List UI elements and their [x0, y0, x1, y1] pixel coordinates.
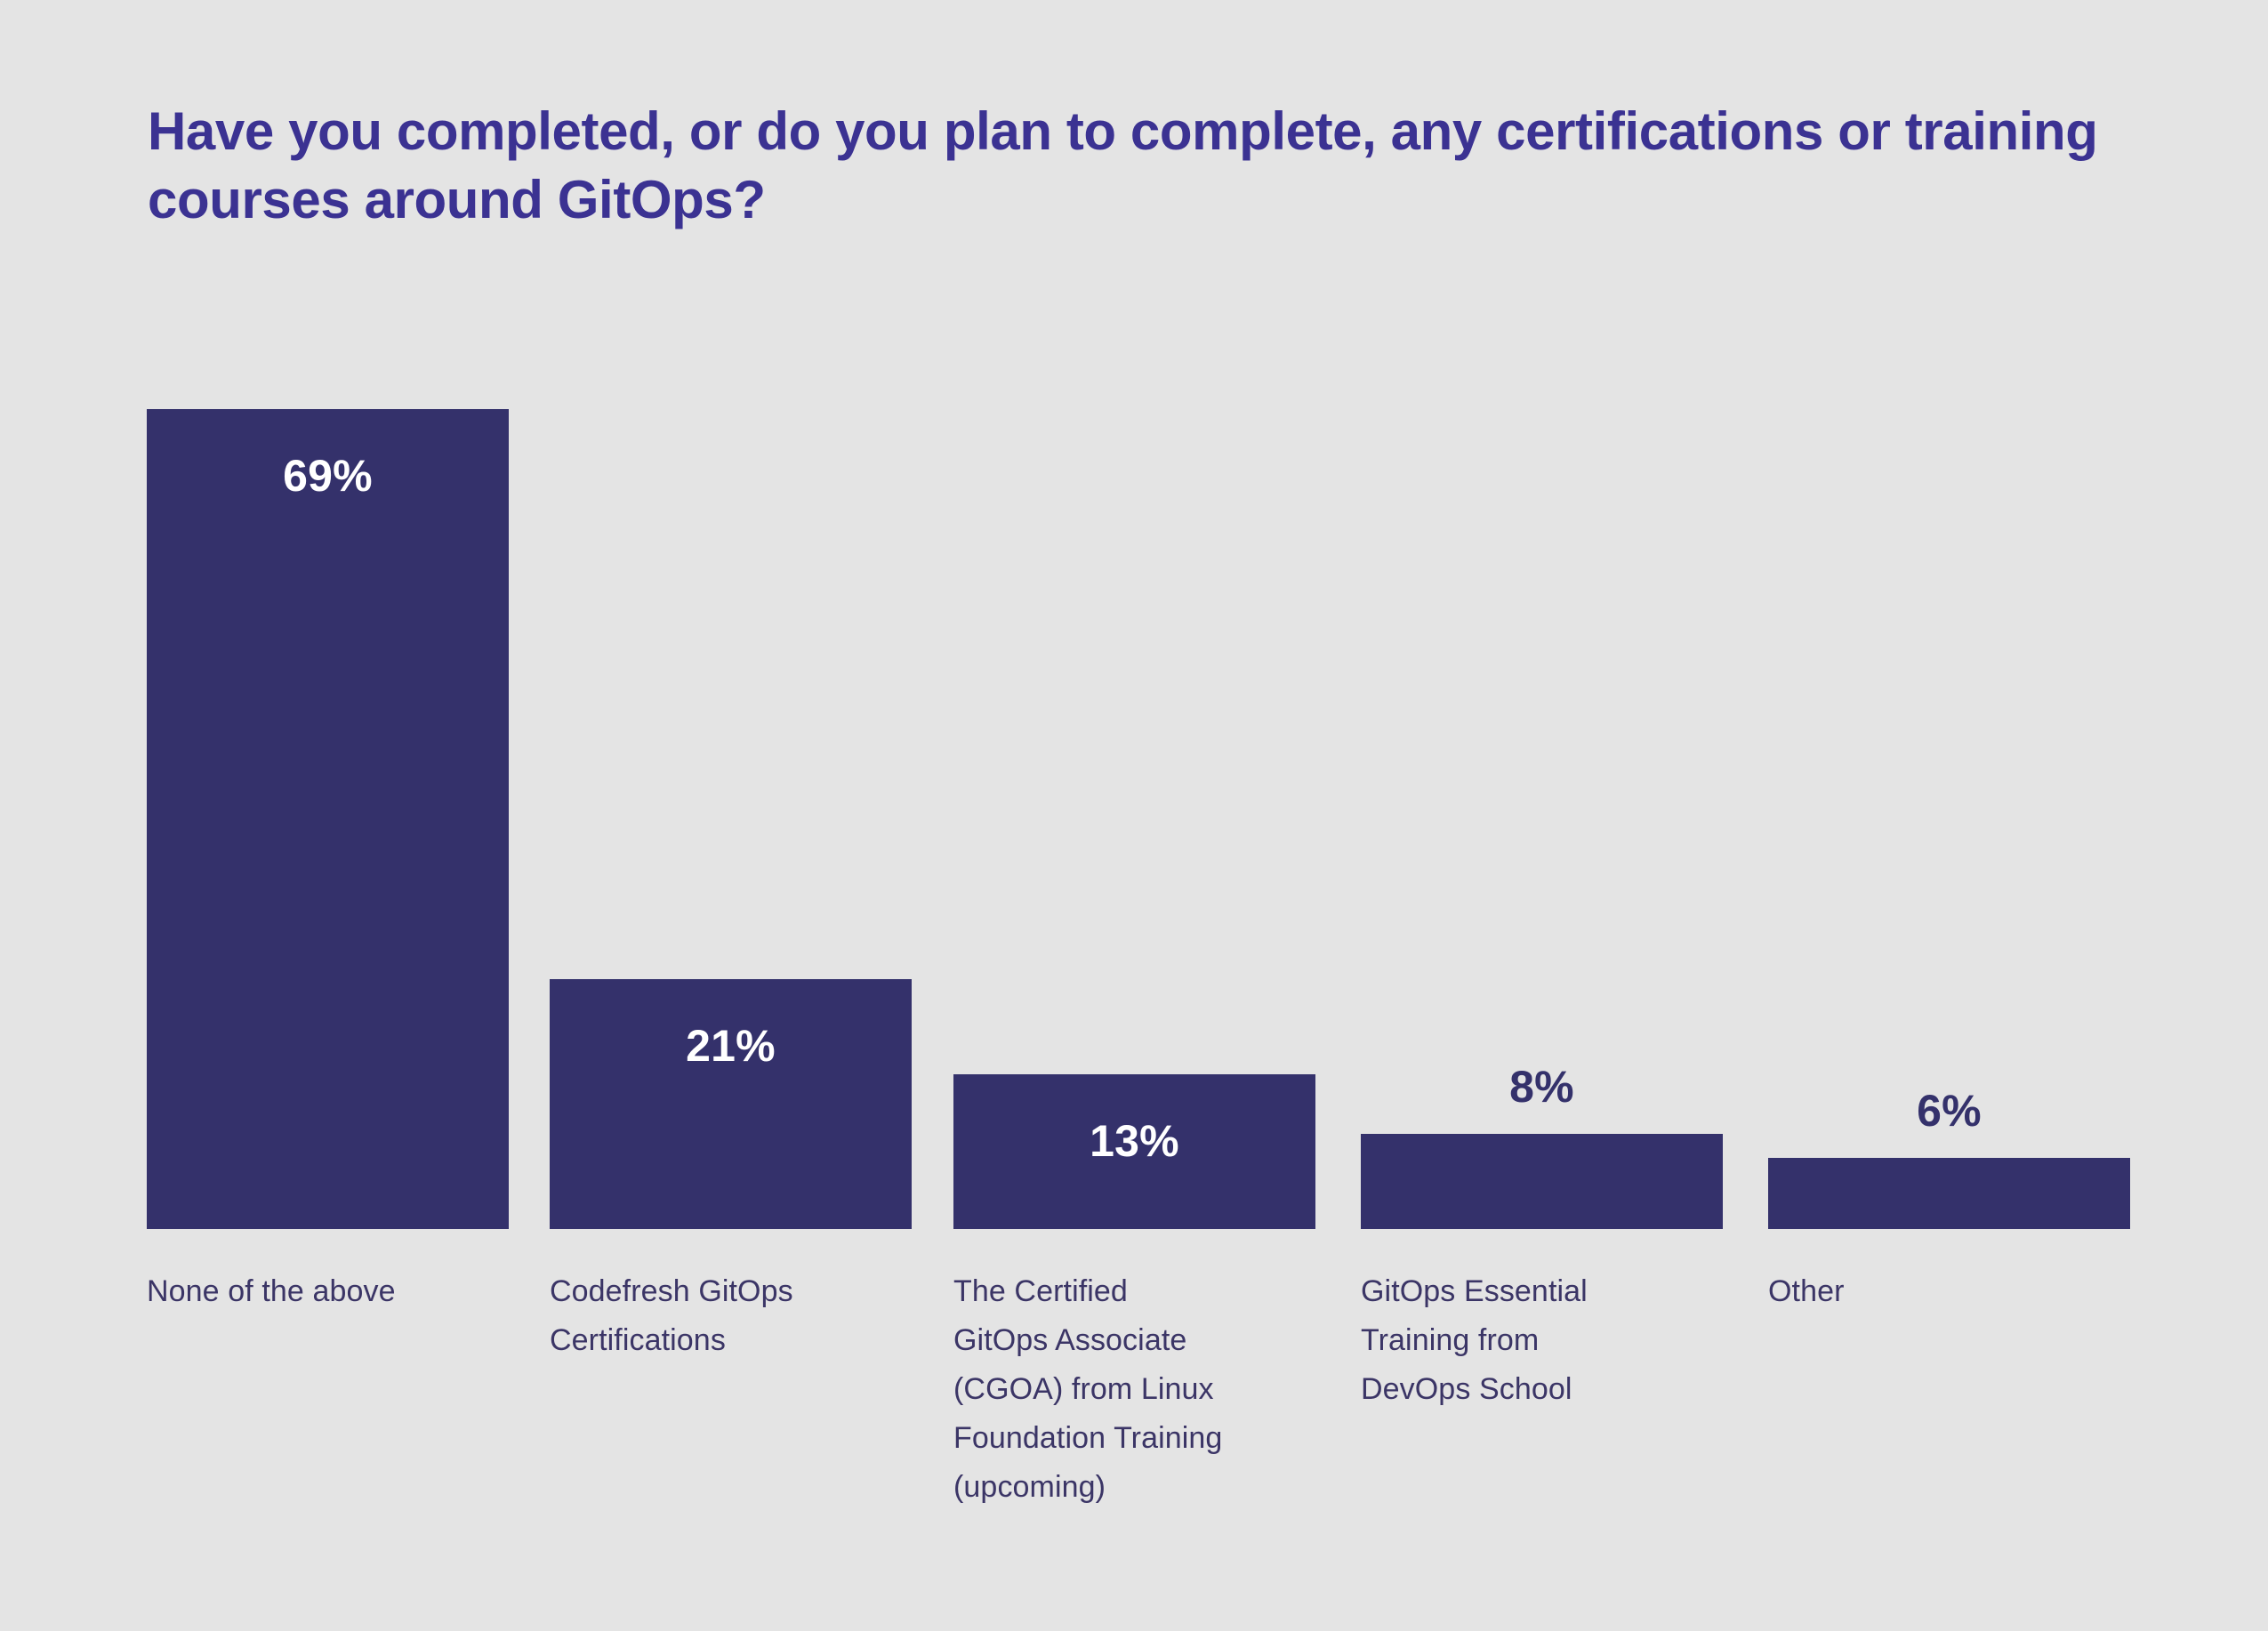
bar-value-label: 13% — [1090, 1116, 1179, 1166]
bar[interactable] — [1361, 1134, 1723, 1229]
bar[interactable] — [147, 409, 509, 1229]
category-label: GitOps Essential Training from DevOps Scho… — [1361, 1274, 1588, 1407]
category-label: None of the above — [147, 1274, 396, 1308]
bar-value-label: 8% — [1509, 1062, 1574, 1112]
bar-group: 13% — [953, 0, 1315, 1229]
bar-group: 69% — [147, 0, 509, 1229]
bar-value-label: 21% — [686, 1021, 776, 1071]
category-label: The Certified GitOps Associate (CGOA) from… — [953, 1274, 1223, 1505]
bar-group: 8% — [1361, 0, 1723, 1229]
category-label: Other — [1768, 1274, 1845, 1308]
bar[interactable] — [550, 979, 912, 1229]
bar-group: 21% — [550, 0, 912, 1229]
bar-value-label: 69% — [283, 451, 373, 501]
bar[interactable] — [1768, 1158, 2130, 1229]
category-label: Codefresh GitOps Certifications — [550, 1274, 793, 1358]
bar-group: 6% — [1768, 0, 2130, 1229]
plot-area: 69% None of the above 21% Codefresh GitOps C… — [0, 0, 2268, 1631]
chart-container: Have you completed, or do you plan to co… — [0, 0, 2268, 1631]
bar-value-label: 6% — [1917, 1086, 1982, 1136]
